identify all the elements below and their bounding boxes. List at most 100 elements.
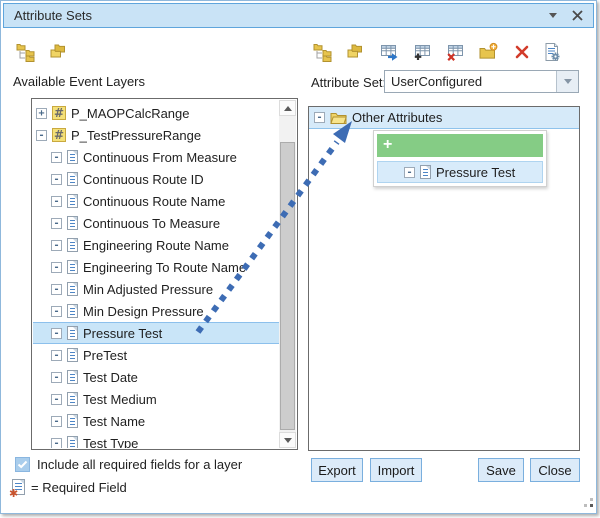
expander-icon[interactable]: -	[51, 372, 62, 383]
resize-grip[interactable]	[580, 497, 594, 511]
expander-icon[interactable]: -	[51, 284, 62, 295]
tree-item[interactable]: - Engineering Route Name	[33, 234, 279, 256]
folder-label: Other Attributes	[352, 110, 442, 125]
tree-item-label: P_MAOPCalcRange	[71, 106, 190, 121]
arrow-up-icon	[284, 102, 292, 111]
window-title: Attribute Sets	[4, 8, 549, 23]
tree-item-label: Min Design Pressure	[83, 304, 204, 319]
tree-item[interactable]: - Continuous From Measure	[33, 146, 279, 168]
item-icon	[52, 106, 66, 120]
attribute-set-tree-icon	[313, 42, 333, 62]
tree-item[interactable]: - Test Medium	[33, 388, 279, 410]
tree-item-label: Pressure Test	[83, 326, 162, 341]
tree-item-label: P_TestPressureRange	[71, 128, 201, 143]
expander-icon[interactable]: -	[51, 240, 62, 251]
tree-item[interactable]: - P_TestPressureRange	[33, 124, 279, 146]
required-field-legend: ✱ = Required Field	[12, 479, 127, 495]
tree-scrollbar[interactable]	[279, 100, 296, 448]
available-event-layers-label: Available Event Layers	[13, 74, 145, 89]
scrollbar-thumb[interactable]	[280, 142, 295, 430]
expander-icon[interactable]: -	[51, 174, 62, 185]
open-attribute-set-button[interactable]	[49, 42, 71, 63]
tree-item-label: Engineering To Route Name	[83, 260, 246, 275]
folder-badge-icon	[478, 42, 498, 62]
close-button[interactable]: Close	[530, 458, 580, 482]
expander-icon[interactable]: -	[51, 328, 62, 339]
tree-item[interactable]: - PreTest	[33, 344, 279, 366]
expander-icon[interactable]: +	[36, 108, 47, 119]
item-icon	[67, 172, 78, 186]
tree-item-label: Test Date	[83, 370, 138, 385]
expander-icon[interactable]: -	[51, 218, 62, 229]
table-arrow-icon	[379, 42, 399, 62]
tree-item-label: Min Adjusted Pressure	[83, 282, 213, 297]
available-event-layers-panel: + P_MAOPCalcRange - P_TestPressureRange …	[31, 98, 298, 450]
save-button[interactable]: Save	[478, 458, 524, 482]
document-gear-icon	[542, 42, 562, 62]
combobox-dropdown-button[interactable]	[556, 71, 578, 92]
expander-icon[interactable]: -	[51, 394, 62, 405]
expander-icon[interactable]: -	[51, 416, 62, 427]
tree-item-label: Engineering Route Name	[83, 238, 229, 253]
expander-icon[interactable]: -	[51, 262, 62, 273]
scroll-down-button[interactable]	[279, 432, 296, 448]
expander-icon[interactable]: -	[51, 438, 62, 449]
event-layers-tree: + P_MAOPCalcRange - P_TestPressureRange …	[33, 100, 279, 448]
attribute-set-tree-button-2[interactable]	[313, 42, 335, 63]
expander-icon[interactable]: -	[51, 196, 62, 207]
item-icon	[52, 128, 66, 142]
export-button[interactable]: Export	[311, 458, 363, 482]
item-icon	[67, 348, 78, 362]
expander-icon[interactable]: -	[51, 350, 62, 361]
required-field-icon: ✱	[12, 479, 25, 495]
item-icon	[67, 238, 78, 252]
drag-preview: + - Pressure Test	[373, 130, 547, 187]
tree-item-label: Continuous To Measure	[83, 216, 220, 231]
document-icon	[420, 165, 431, 179]
item-icon	[67, 216, 78, 230]
tree-item[interactable]: + P_MAOPCalcRange	[33, 102, 279, 124]
item-icon	[67, 150, 78, 164]
expander-icon[interactable]: -	[51, 152, 62, 163]
add-event-table-button[interactable]	[412, 42, 434, 63]
tree-item[interactable]: - Min Adjusted Pressure	[33, 278, 279, 300]
tree-item[interactable]: - Continuous Route ID	[33, 168, 279, 190]
tree-item-label: Test Name	[83, 414, 145, 429]
expander-icon[interactable]: -	[51, 306, 62, 317]
tree-item[interactable]: - Test Name	[33, 410, 279, 432]
tree-item[interactable]: - Continuous Route Name	[33, 190, 279, 212]
remove-event-table-button[interactable]	[445, 42, 467, 63]
expander-icon[interactable]: -	[36, 130, 47, 141]
other-attributes-folder-row[interactable]: - Other Attributes	[309, 107, 579, 129]
delete-button[interactable]	[512, 42, 534, 63]
expander-icon[interactable]: -	[314, 112, 325, 123]
collapse-chevron-icon[interactable]	[549, 13, 557, 22]
tree-item-label: Continuous From Measure	[83, 150, 237, 165]
item-icon	[67, 260, 78, 274]
drag-item-label: Pressure Test	[436, 165, 515, 180]
copy-event-table-button[interactable]	[379, 42, 401, 63]
include-required-checkbox[interactable]	[15, 457, 30, 472]
scroll-up-button[interactable]	[279, 100, 296, 116]
attribute-set-tree-icon	[16, 42, 36, 62]
close-icon[interactable]	[572, 10, 583, 21]
attribute-set-tree-button[interactable]	[16, 42, 38, 63]
tree-item[interactable]: - Test Date	[33, 366, 279, 388]
red-x-icon	[512, 42, 532, 62]
tree-item[interactable]: - Continuous To Measure	[33, 212, 279, 234]
attribute-set-value: UserConfigured	[385, 71, 556, 92]
folders-icon	[49, 42, 69, 62]
attribute-set-combobox[interactable]: UserConfigured	[384, 70, 579, 93]
tree-item[interactable]: - Pressure Test	[33, 322, 279, 344]
tree-item[interactable]: - Min Design Pressure	[33, 300, 279, 322]
configure-document-button[interactable]	[542, 42, 564, 63]
drop-add-badge: +	[377, 134, 543, 157]
new-attribute-folder-button[interactable]	[478, 42, 500, 63]
open-attribute-set-button-2[interactable]	[346, 42, 368, 63]
tree-item[interactable]: - Test Type	[33, 432, 279, 448]
tree-item[interactable]: - Engineering To Route Name	[33, 256, 279, 278]
titlebar[interactable]: Attribute Sets	[3, 3, 594, 28]
tree-item-label: Continuous Route Name	[83, 194, 225, 209]
folders-icon	[346, 42, 366, 62]
import-button[interactable]: Import	[370, 458, 422, 482]
